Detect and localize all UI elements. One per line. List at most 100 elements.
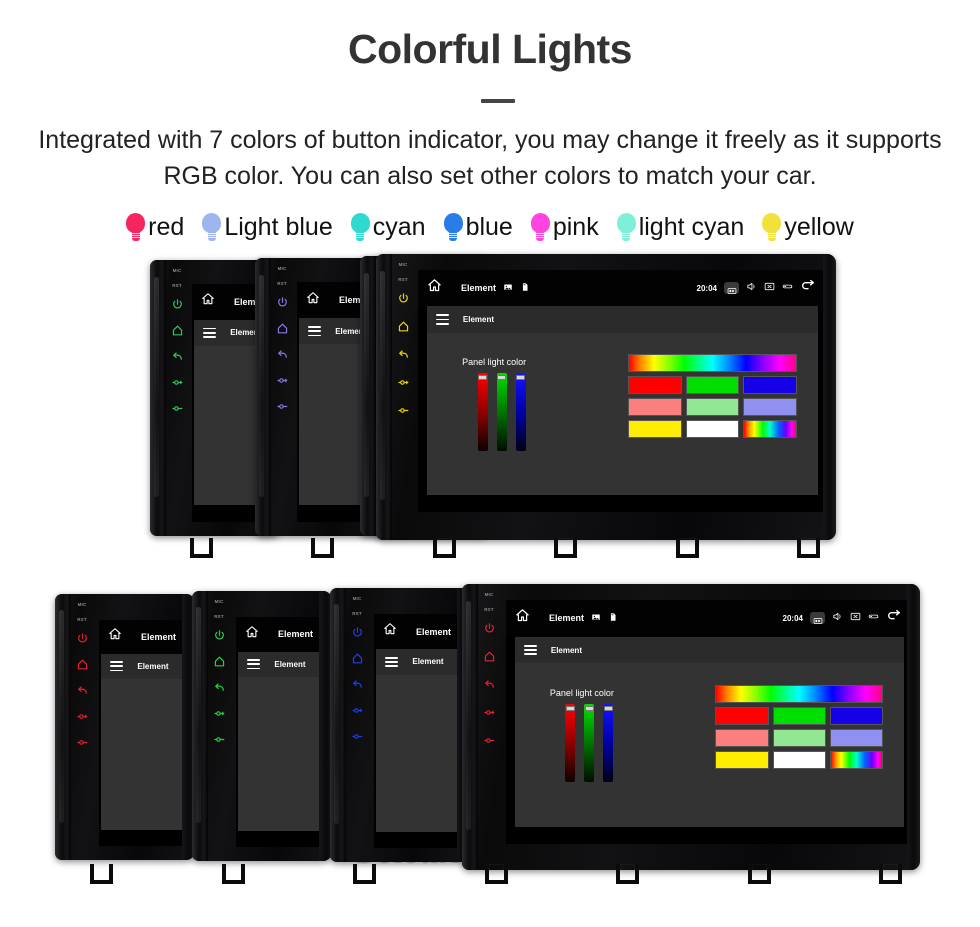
screenshot-icon[interactable] <box>810 612 825 625</box>
hamburger-menu-icon[interactable] <box>435 312 449 327</box>
green-slider[interactable] <box>496 373 507 452</box>
volume-up-button[interactable] <box>483 706 496 719</box>
touch-screen[interactable]: Element 20:04 Element Panel light color <box>506 600 909 844</box>
slider-thumb[interactable] <box>603 706 613 712</box>
screen-off-icon[interactable] <box>850 609 861 627</box>
color-swatch[interactable] <box>685 375 740 394</box>
home-button[interactable] <box>351 652 364 665</box>
home-button[interactable] <box>171 324 184 337</box>
volume-down-button[interactable] <box>171 402 184 415</box>
spectrum-gradient-bar[interactable] <box>628 353 797 372</box>
home-icon[interactable] <box>515 608 530 628</box>
home-button[interactable] <box>76 658 89 671</box>
red-slider[interactable] <box>477 373 488 452</box>
power-button[interactable] <box>76 632 89 645</box>
color-swatch[interactable] <box>628 375 682 394</box>
home-icon[interactable] <box>245 625 259 644</box>
color-swatch[interactable] <box>715 750 769 769</box>
volume-up-button[interactable] <box>76 710 89 723</box>
touch-screen[interactable]: Element Element <box>236 617 332 847</box>
slider-thumb[interactable] <box>497 375 507 381</box>
back-button[interactable] <box>276 348 289 361</box>
top-unit-main[interactable]: MIC RST Element 20:04 Element Panel ligh… <box>376 254 836 540</box>
color-swatch-rainbow[interactable] <box>743 419 797 438</box>
color-swatch[interactable] <box>772 706 826 725</box>
sdcard-icon[interactable] <box>608 609 618 627</box>
volume-down-button[interactable] <box>397 404 410 417</box>
color-swatch[interactable] <box>772 728 826 747</box>
touch-screen[interactable]: Element Element <box>374 614 470 848</box>
volume-down-button[interactable] <box>351 730 364 743</box>
back-button[interactable] <box>483 678 496 691</box>
home-icon[interactable] <box>306 291 320 310</box>
volume-down-button[interactable] <box>76 736 89 749</box>
bottom-unit-red[interactable]: MIC RST Element Element <box>55 594 195 860</box>
home-button[interactable] <box>276 322 289 335</box>
color-swatch[interactable] <box>829 728 883 747</box>
gallery-icon[interactable] <box>503 279 513 297</box>
power-button[interactable] <box>397 292 410 305</box>
color-swatch[interactable] <box>715 706 769 725</box>
volume-up-button[interactable] <box>351 704 364 717</box>
touch-screen[interactable]: Element Element <box>99 620 195 846</box>
slider-thumb[interactable] <box>584 706 594 712</box>
color-swatch-rainbow[interactable] <box>829 750 883 769</box>
volume-down-button[interactable] <box>483 734 496 747</box>
recent-apps-icon[interactable] <box>782 279 793 297</box>
color-swatch[interactable] <box>743 397 797 416</box>
color-swatch[interactable] <box>743 375 797 394</box>
power-button[interactable] <box>213 629 226 642</box>
volume-icon[interactable] <box>746 279 757 297</box>
back-button[interactable] <box>213 681 226 694</box>
color-swatch[interactable] <box>628 419 682 438</box>
red-slider[interactable] <box>565 704 576 783</box>
spectrum-gradient-bar[interactable] <box>715 684 883 703</box>
slider-thumb[interactable] <box>516 375 526 381</box>
volume-up-button[interactable] <box>397 376 410 389</box>
color-swatch[interactable] <box>829 706 883 725</box>
power-button[interactable] <box>276 296 289 309</box>
volume-up-button[interactable] <box>276 374 289 387</box>
hamburger-menu-icon[interactable] <box>247 656 261 671</box>
slider-thumb[interactable] <box>478 375 488 381</box>
back-button[interactable] <box>76 684 89 697</box>
hamburger-menu-icon[interactable] <box>308 323 322 338</box>
power-button[interactable] <box>483 622 496 635</box>
power-button[interactable] <box>351 626 364 639</box>
home-icon[interactable] <box>201 292 215 311</box>
bottom-unit-green[interactable]: MIC RST Element Element <box>192 591 332 861</box>
back-arrow-icon[interactable] <box>800 278 816 299</box>
home-button[interactable] <box>397 320 410 333</box>
color-swatch[interactable] <box>772 750 826 769</box>
touch-screen[interactable]: Element 20:04 Element Panel light color <box>418 270 823 512</box>
hamburger-menu-icon[interactable] <box>110 659 124 674</box>
volume-up-button[interactable] <box>171 376 184 389</box>
bottom-unit-blue[interactable]: MIC RST Element Element <box>330 588 470 862</box>
gallery-icon[interactable] <box>591 609 601 627</box>
screenshot-icon[interactable] <box>724 282 739 295</box>
blue-slider[interactable] <box>515 373 526 452</box>
hamburger-menu-icon[interactable] <box>385 654 399 669</box>
home-icon[interactable] <box>108 627 122 646</box>
slider-thumb[interactable] <box>565 706 575 712</box>
blue-slider[interactable] <box>603 704 614 783</box>
back-button[interactable] <box>171 350 184 363</box>
hamburger-menu-icon[interactable] <box>203 325 217 340</box>
back-button[interactable] <box>397 348 410 361</box>
power-button[interactable] <box>171 298 184 311</box>
color-swatch[interactable] <box>715 728 769 747</box>
back-arrow-icon[interactable] <box>886 608 902 629</box>
home-button[interactable] <box>483 650 496 663</box>
home-button[interactable] <box>213 655 226 668</box>
color-swatch[interactable] <box>628 397 682 416</box>
volume-down-button[interactable] <box>213 733 226 746</box>
green-slider[interactable] <box>584 704 595 783</box>
recent-apps-icon[interactable] <box>868 609 879 627</box>
color-swatch[interactable] <box>685 419 740 438</box>
volume-down-button[interactable] <box>276 400 289 413</box>
hamburger-menu-icon[interactable] <box>523 642 537 657</box>
sdcard-icon[interactable] <box>520 279 530 297</box>
back-button[interactable] <box>351 678 364 691</box>
bottom-unit-main[interactable]: MIC RST Element 20:04 Element Panel ligh… <box>462 584 920 870</box>
home-icon[interactable] <box>383 622 397 641</box>
